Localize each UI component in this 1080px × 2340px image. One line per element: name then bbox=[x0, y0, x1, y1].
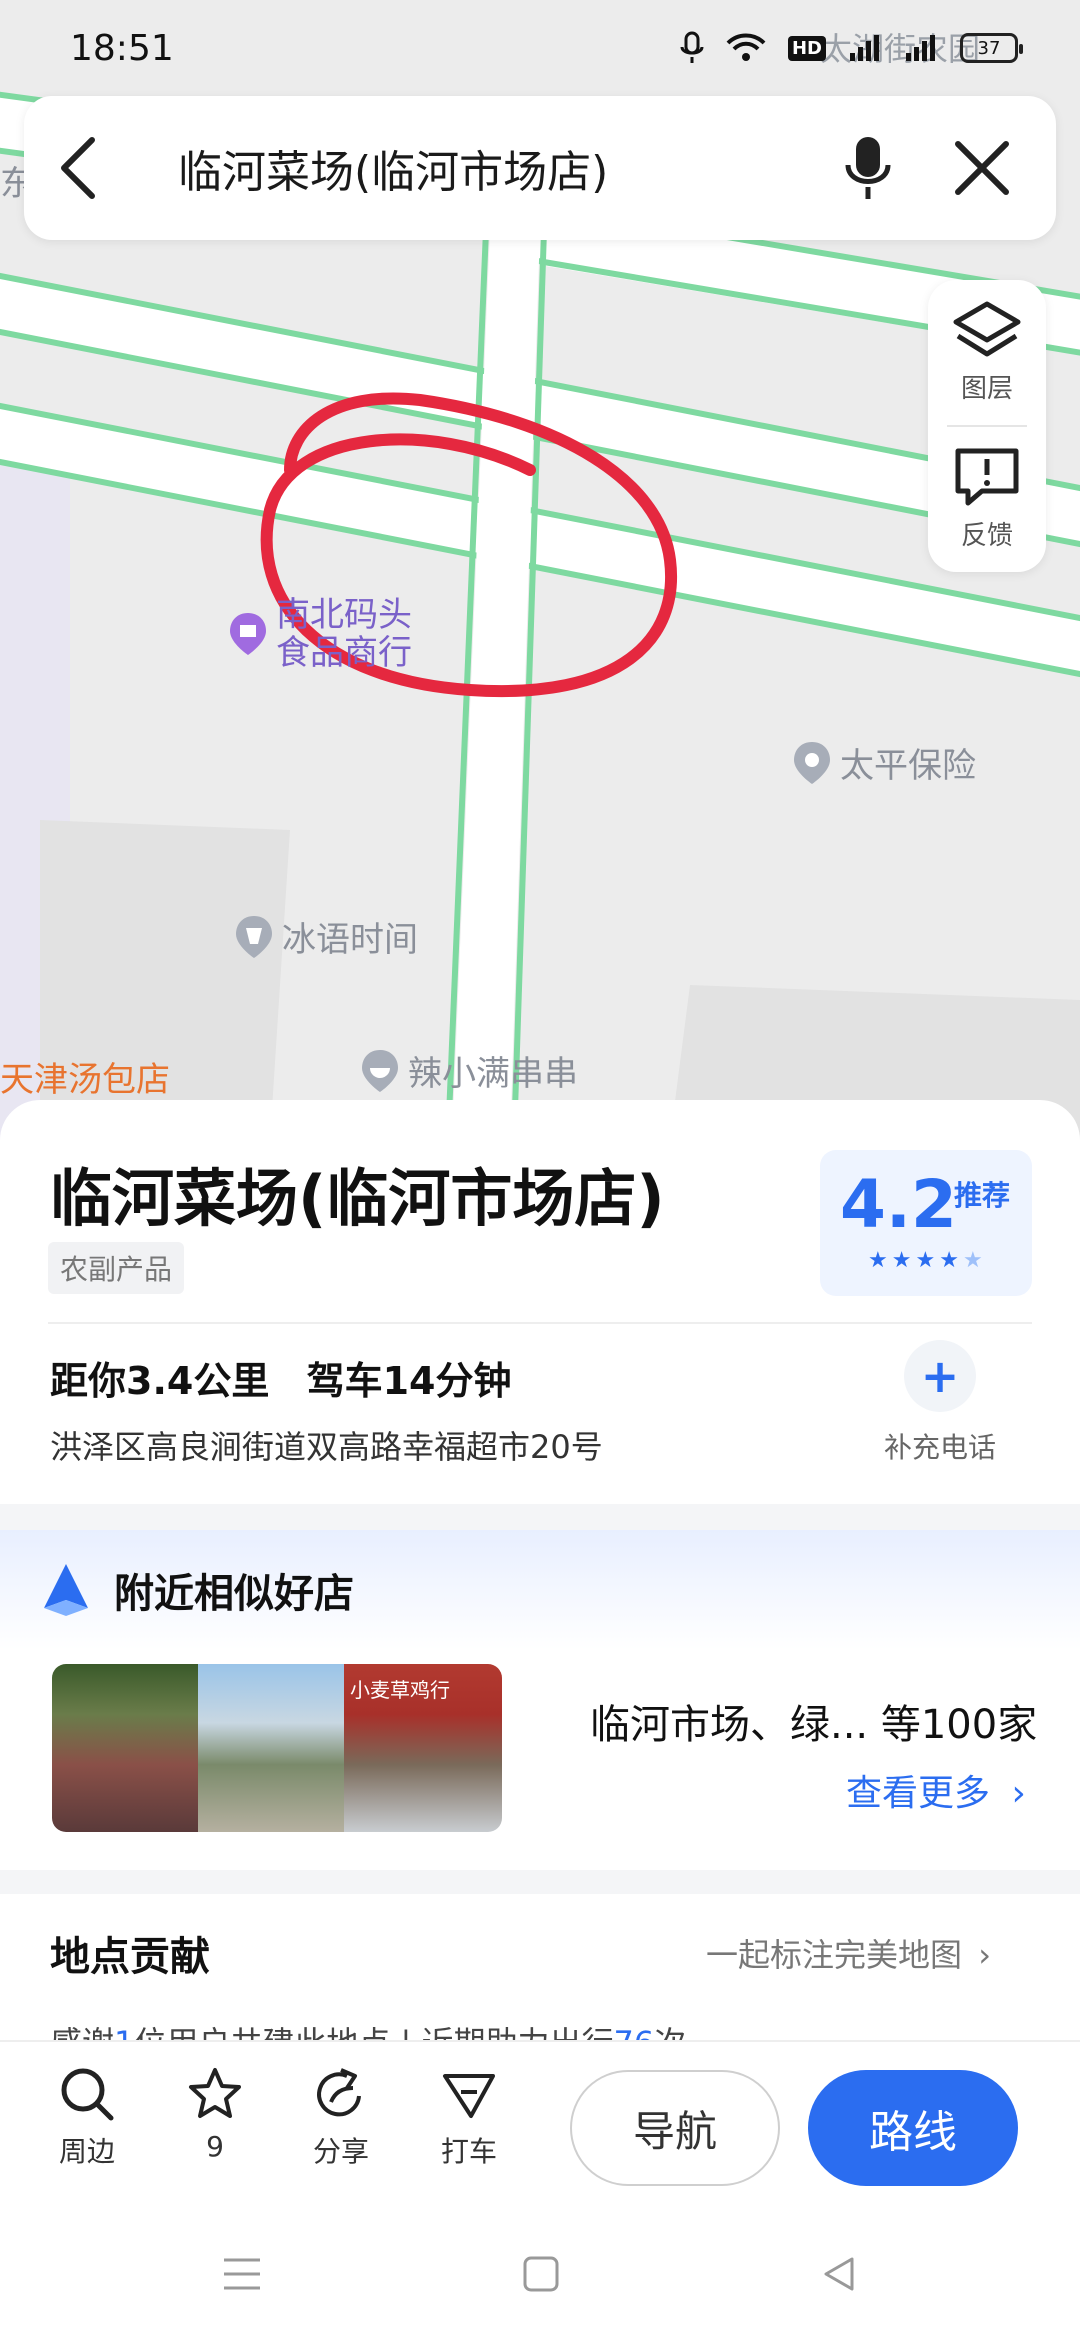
battery-icon: 37 bbox=[960, 33, 1023, 63]
chevron-right-icon: › bbox=[1011, 1773, 1026, 1814]
add-phone-button[interactable]: + 补充电话 bbox=[870, 1340, 1010, 1466]
search-bar[interactable]: 临河菜场(临河市场店) bbox=[24, 96, 1056, 240]
shop-pin-icon bbox=[230, 613, 266, 655]
similar-stores-title: 附近相似好店 bbox=[114, 1571, 354, 1617]
layers-label: 图层 bbox=[960, 374, 1013, 404]
contribution-link[interactable]: 一起标注完美地图 › bbox=[706, 1930, 991, 1976]
drive-time: 驾车14分钟 bbox=[306, 1359, 512, 1403]
taxi-label: 打车 bbox=[440, 2135, 497, 2168]
view-more-link[interactable]: 查看更多 › bbox=[846, 1764, 1026, 1816]
feedback-icon bbox=[955, 448, 1019, 506]
poi-nanbei-matou[interactable]: 南北码头 食品商行 bbox=[228, 596, 412, 672]
feedback-label: 反馈 bbox=[960, 520, 1013, 551]
back-triangle-icon[interactable] bbox=[820, 2255, 858, 2293]
section-gap bbox=[0, 1870, 1080, 1894]
poi-label: 冰语时间 bbox=[282, 920, 418, 960]
share-label: 分享 bbox=[312, 2135, 369, 2168]
home-icon[interactable] bbox=[522, 2255, 560, 2293]
star-icon: ★ bbox=[868, 1248, 888, 1273]
star-icon: ★ bbox=[891, 1248, 912, 1273]
rating-label: 推荐 bbox=[954, 1179, 1011, 1212]
distance: 距你3.4公里 bbox=[50, 1359, 270, 1403]
bottom-action-bar: 周边 9 分享 打车 导航 路线 bbox=[0, 2040, 1080, 2208]
poi-laxiaoman[interactable]: 辣小满串串 bbox=[360, 1046, 578, 1095]
poi-label: 太平保险 bbox=[840, 746, 976, 786]
route-button[interactable]: 路线 bbox=[808, 2070, 1018, 2186]
store-photo-1 bbox=[52, 1664, 198, 1832]
poi-taiping-insurance[interactable]: 太平保险 bbox=[792, 738, 976, 787]
taxi-icon bbox=[443, 2074, 495, 2118]
search-query[interactable]: 临河菜场(临河市场店) bbox=[122, 136, 794, 200]
rating-score: 4.2 bbox=[840, 1166, 957, 1243]
poi-label-line2: 食品商行 bbox=[276, 633, 412, 673]
star-icon: ★ bbox=[939, 1248, 959, 1273]
feedback-button[interactable]: 反馈 bbox=[928, 427, 1046, 572]
voice-search-button[interactable] bbox=[828, 128, 908, 208]
poi-tianjin-tangbao[interactable]: 天津汤包店 bbox=[0, 1052, 170, 1101]
place-title: 临河菜场(临河市场店) bbox=[50, 1162, 665, 1235]
divider bbox=[48, 1322, 1032, 1324]
map-tools: 图层 反馈 bbox=[928, 280, 1046, 572]
menu-icon[interactable] bbox=[222, 2256, 262, 2292]
food-pin-icon bbox=[362, 1049, 398, 1092]
signal-icon bbox=[848, 33, 882, 63]
section-gap bbox=[0, 1504, 1080, 1530]
status-time: 18:51 bbox=[70, 27, 174, 69]
address[interactable]: 洪泽区高良涧街道双高路幸福超市20号 bbox=[50, 1422, 603, 1468]
rating-stars: ★ ★ ★ ★ ★ bbox=[868, 1248, 983, 1273]
poi-label-line1: 南北码头 bbox=[276, 595, 412, 635]
wifi-icon bbox=[726, 33, 766, 63]
store-photo-2 bbox=[198, 1664, 344, 1832]
star-half-icon: ★ bbox=[962, 1248, 983, 1273]
rating-card[interactable]: 4.2 推荐 ★ ★ ★ ★ ★ bbox=[820, 1150, 1032, 1296]
nearby-label: 周边 bbox=[58, 2135, 115, 2168]
back-button[interactable] bbox=[58, 136, 122, 200]
poi-label: 辣小满串串 bbox=[408, 1054, 578, 1094]
close-icon bbox=[955, 141, 1009, 195]
favorite-count: 9 bbox=[206, 2130, 224, 2163]
plus-icon: + bbox=[904, 1340, 976, 1412]
poi-bingyu-shijian[interactable]: 冰语时间 bbox=[234, 912, 418, 961]
category-tag: 农副产品 bbox=[48, 1242, 185, 1294]
microphone-icon bbox=[845, 137, 891, 199]
layers-icon bbox=[953, 301, 1021, 357]
status-bar: 18:51 HD 37 bbox=[0, 0, 1080, 96]
chevron-right-icon: › bbox=[978, 1936, 991, 1974]
share-icon bbox=[317, 2068, 361, 2117]
search-icon bbox=[61, 2068, 114, 2121]
add-phone-label: 补充电话 bbox=[883, 1431, 996, 1464]
system-navigation-bar bbox=[0, 2208, 1080, 2340]
clear-button[interactable] bbox=[942, 128, 1022, 208]
brand-logo-icon bbox=[44, 1564, 88, 1616]
layers-button[interactable]: 图层 bbox=[928, 280, 1046, 425]
hd-icon: HD bbox=[787, 35, 826, 61]
place-pin-icon bbox=[794, 741, 830, 784]
navigate-button[interactable]: 导航 bbox=[570, 2070, 780, 2186]
poi-label: 天津汤包店 bbox=[0, 1060, 170, 1100]
signal-icon-2 bbox=[904, 33, 938, 63]
star-icon bbox=[189, 2068, 241, 2118]
similar-stores-photos[interactable]: 小麦草鸡行 bbox=[52, 1664, 502, 1832]
nearby-button[interactable]: 周边 bbox=[32, 2066, 142, 2170]
distance-info: 距你3.4公里 驾车14分钟 bbox=[50, 1350, 511, 1405]
favorite-button[interactable]: 9 bbox=[160, 2066, 270, 2163]
chevron-left-icon bbox=[61, 137, 95, 199]
store-photo-3: 小麦草鸡行 bbox=[344, 1664, 502, 1832]
star-icon: ★ bbox=[915, 1248, 936, 1273]
taxi-button[interactable]: 打车 bbox=[414, 2066, 524, 2170]
similar-stores-header: 附近相似好店 bbox=[0, 1530, 1080, 1650]
drink-pin-icon bbox=[236, 915, 272, 958]
microphone-status-icon bbox=[680, 31, 704, 65]
contribution-title: 地点贡献 bbox=[50, 1934, 210, 1980]
share-button[interactable]: 分享 bbox=[286, 2066, 396, 2170]
similar-stores-summary: 临河市场、绿... 等100家 bbox=[590, 1702, 1038, 1748]
